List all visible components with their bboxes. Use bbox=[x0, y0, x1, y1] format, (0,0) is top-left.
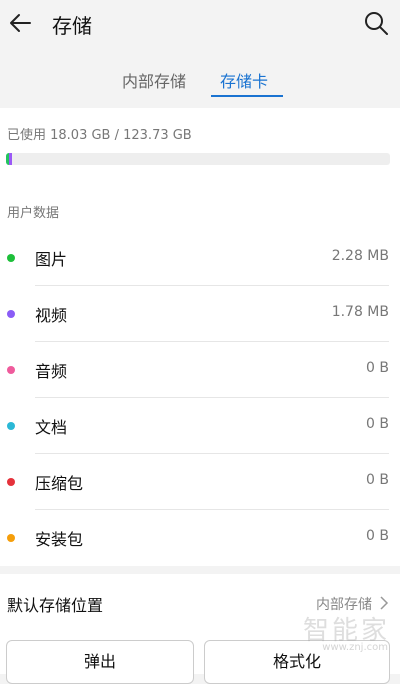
list-item-videos[interactable]: 视频 1.78 MB bbox=[0, 286, 400, 342]
list-item-size: 1.78 MB bbox=[331, 304, 389, 320]
search-icon[interactable] bbox=[362, 9, 390, 37]
page-title: 存储 bbox=[52, 14, 92, 38]
storage-panel: 已使用 18.03 GB / 123.73 GB 用户数据 图片 2.28 MB… bbox=[0, 108, 400, 566]
list-item-label: 文档 bbox=[35, 418, 68, 437]
chevron-right-icon bbox=[380, 596, 389, 610]
list-item-installers[interactable]: 安装包 0 B bbox=[0, 510, 400, 566]
app-bar: 存储 内部存储 存储卡 bbox=[0, 0, 400, 108]
installers-color-dot-icon bbox=[7, 534, 15, 542]
back-arrow-icon[interactable] bbox=[6, 8, 36, 38]
active-tab-indicator bbox=[211, 95, 283, 97]
list-item-label: 音频 bbox=[35, 362, 68, 381]
watermark-url: www.znj.com bbox=[322, 642, 388, 653]
archives-color-dot-icon bbox=[7, 478, 15, 486]
list-item-size: 2.28 MB bbox=[331, 248, 389, 264]
list-item-size: 0 B bbox=[366, 360, 389, 376]
list-item-label: 安装包 bbox=[35, 530, 84, 549]
audio-color-dot-icon bbox=[7, 366, 15, 374]
list-item-label: 图片 bbox=[35, 250, 68, 269]
tab-memory-card[interactable]: 存储卡 bbox=[220, 68, 268, 92]
user-data-section-title: 用户数据 bbox=[7, 206, 60, 221]
list-item-size: 0 B bbox=[366, 416, 389, 432]
list-item-size: 0 B bbox=[366, 472, 389, 488]
default-location-label: 默认存储位置 bbox=[7, 596, 104, 615]
documents-color-dot-icon bbox=[7, 422, 15, 430]
list-item-size: 0 B bbox=[366, 528, 389, 544]
images-color-dot-icon bbox=[7, 254, 15, 262]
usage-segment-videos bbox=[9, 153, 12, 165]
list-item-audio[interactable]: 音频 0 B bbox=[0, 342, 400, 398]
storage-usage-bar bbox=[6, 153, 390, 165]
list-item-archives[interactable]: 压缩包 0 B bbox=[0, 454, 400, 510]
storage-used-text: 已使用 18.03 GB / 123.73 GB bbox=[7, 128, 192, 143]
videos-color-dot-icon bbox=[7, 310, 15, 318]
tab-internal-storage[interactable]: 内部存储 bbox=[122, 68, 186, 92]
list-item-documents[interactable]: 文档 0 B bbox=[0, 398, 400, 454]
list-item-label: 压缩包 bbox=[35, 474, 84, 493]
list-item-label: 视频 bbox=[35, 306, 68, 325]
list-item-images[interactable]: 图片 2.28 MB bbox=[0, 230, 400, 286]
eject-button[interactable]: 弹出 bbox=[6, 640, 194, 684]
